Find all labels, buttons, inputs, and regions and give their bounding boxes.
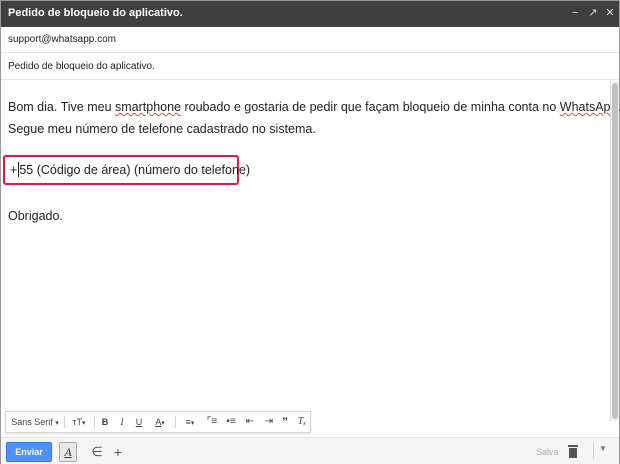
misspelled-word[interactable]: WhatsApp [560,100,618,114]
message-body[interactable]: Bom dia. Tive meu smartphone roubado e g… [1,81,620,411]
formatting-toolbar: Sans Serif ▾ тT▾ B I U A▾ ≡▾ ⌜≡ •≡ ⇤ ⇥ ”… [5,411,311,433]
font-family-label: Sans Serif [11,417,53,427]
compose-bottom-bar: Enviar A ∈ + Salva ▼ [1,437,619,464]
bulleted-list-icon[interactable]: •≡ [223,412,239,432]
separator [593,443,594,459]
italic-button[interactable]: I [115,412,129,432]
text-color-button[interactable]: A▾ [149,412,171,432]
plus-icon[interactable]: + [111,442,125,462]
indent-less-icon[interactable]: ⇤ [242,412,258,432]
remove-formatting-icon[interactable]: Tₓ [295,412,309,432]
formatting-options-button[interactable]: A [59,442,77,462]
trash-lid [568,445,578,447]
paperclip-icon[interactable]: ∈ [89,442,105,462]
compose-titlebar[interactable]: Pedido de bloqueio do aplicativo. − ↗ ✕ [1,1,619,27]
to-field[interactable]: support@whatsapp.com [1,27,619,53]
minimize-icon[interactable]: − [567,5,583,21]
font-size-select[interactable]: тT▾ [68,412,90,432]
body-text: Bom dia. Tive meu [8,100,115,114]
compose-window: Pedido de bloqueio do aplicativo. − ↗ ✕ … [0,0,620,464]
send-button[interactable]: Enviar [6,442,52,462]
compose-title: Pedido de bloqueio do aplicativo. [8,7,183,19]
close-icon[interactable]: ✕ [602,5,618,21]
trash-can [569,448,577,458]
body-line-2: Segue meu número de telefone cadastrado … [8,122,316,136]
separator [94,416,95,428]
phone-highlight-box: +55 (Código de área) (número do telefone… [3,155,250,185]
body-line-1: Bom dia. Tive meu smartphone roubado e g… [8,96,620,118]
scrollbar-thumb[interactable] [612,83,618,419]
numbered-list-icon[interactable]: ⌜≡ [204,412,220,432]
body-text: roubado e gostaria de pedir que façam bl… [181,100,560,114]
subject-field[interactable]: Pedido de bloqueio do aplicativo. [1,54,619,80]
scrollbar[interactable] [610,81,619,421]
closing-line: Obrigado. [8,209,63,223]
indent-more-icon[interactable]: ⇥ [261,412,277,432]
align-icon[interactable]: ≡▾ [179,412,201,432]
chevron-down-icon: ▾ [55,420,59,427]
phone-number: 55 (Código de área) (número do telefone) [19,163,251,177]
quote-icon[interactable]: ” [278,412,292,432]
chevron-down-icon: ▾ [161,420,165,427]
to-recipient[interactable]: support@whatsapp.com [8,34,116,45]
phone-prefix: + [10,163,18,177]
chevron-down-icon[interactable]: ▼ [599,444,607,453]
separator [175,416,176,428]
font-size-icon: тT [72,417,83,427]
underline-button[interactable]: U [132,412,146,432]
saved-status: Salva [536,447,559,457]
separator [64,416,65,428]
phone-number-line: +55 (Código de área) (número do telefone… [10,162,250,177]
bold-button[interactable]: B [98,412,112,432]
subject-input[interactable]: Pedido de bloqueio do aplicativo. [8,61,155,72]
trash-icon[interactable] [568,445,578,458]
chevron-down-icon: ▾ [82,420,86,427]
expand-icon[interactable]: ↗ [585,5,601,21]
font-family-select[interactable]: Sans Serif ▾ [10,412,60,432]
misspelled-word[interactable]: smartphone [115,100,181,114]
